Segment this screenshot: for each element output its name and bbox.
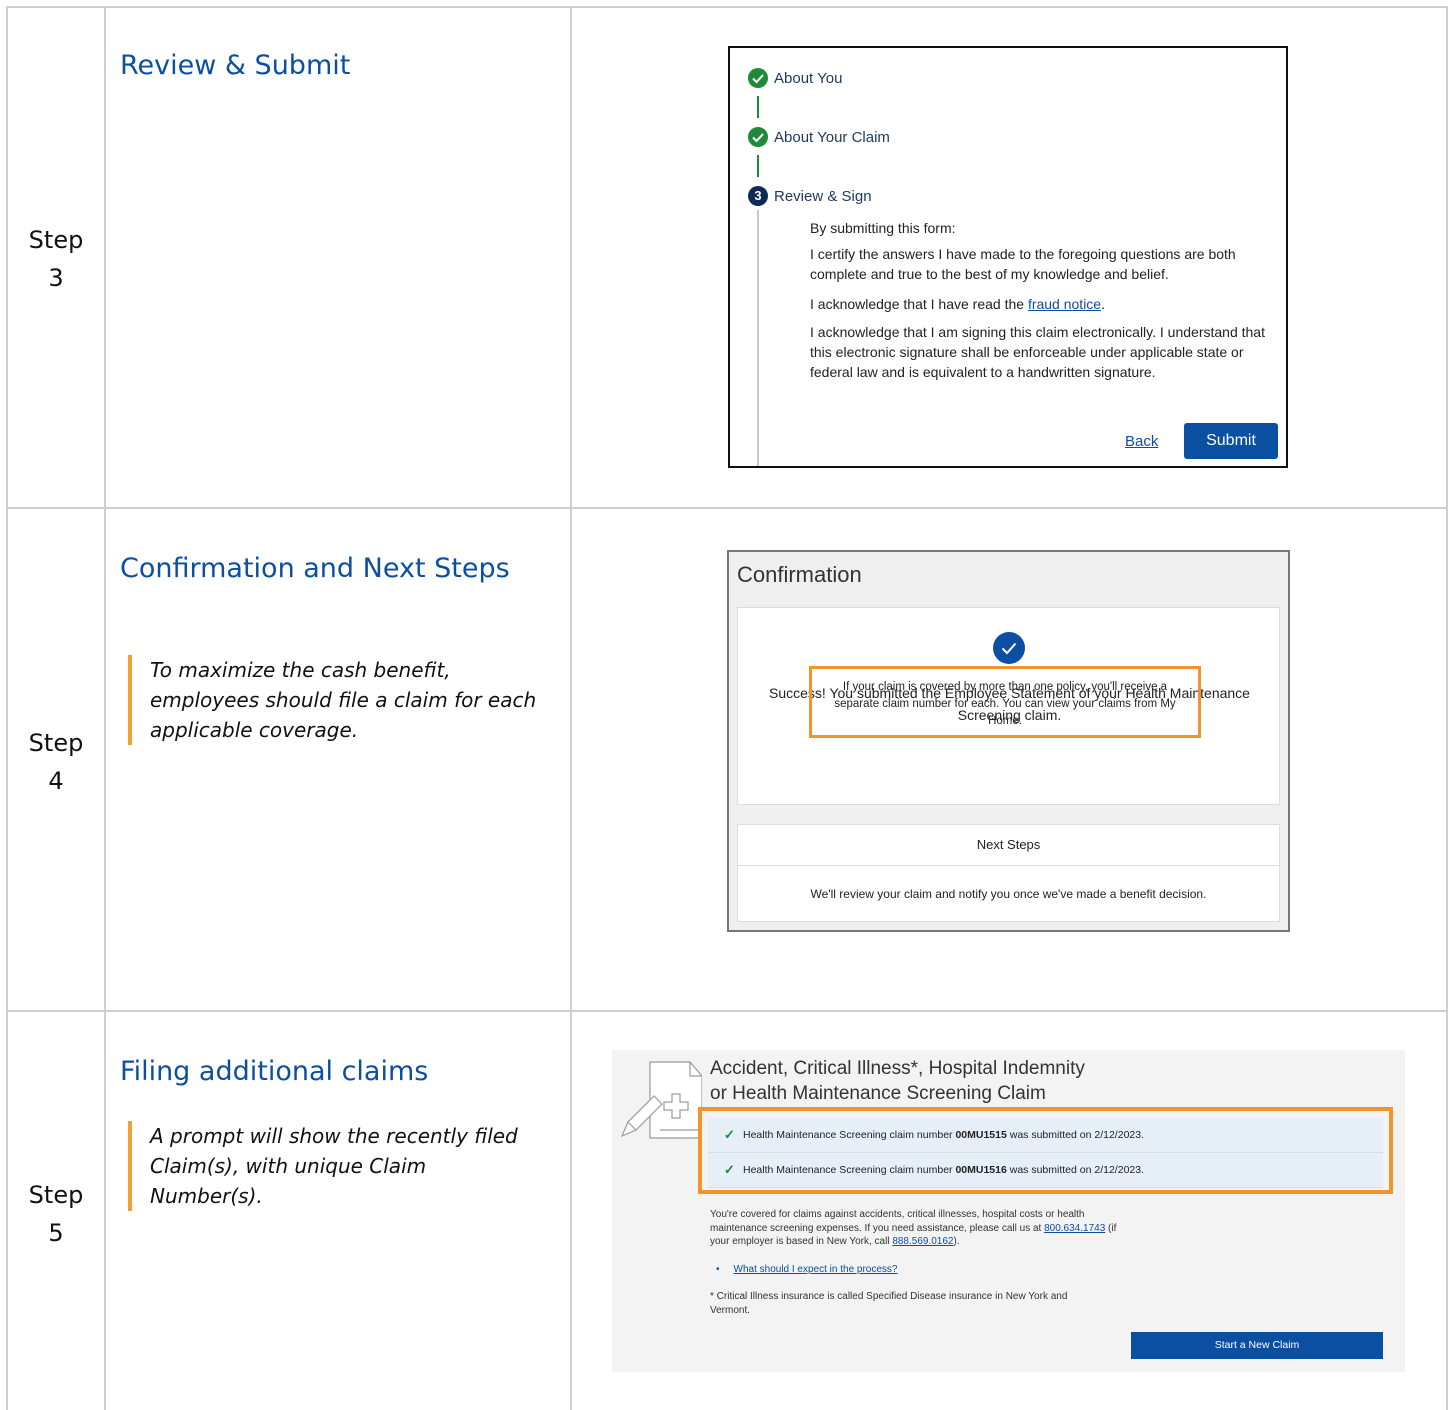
step-number: 5 — [48, 1219, 64, 1247]
step-3-title: Review & Submit — [120, 50, 351, 81]
review-message: We'll review your claim and notify you o… — [810, 887, 1207, 901]
check-icon — [748, 127, 768, 147]
confirmation-screenshot: Confirmation Success! You submitted the … — [727, 550, 1290, 932]
ack-prefix: I acknowledge that I have read the — [810, 296, 1028, 312]
next-steps-heading: Next Steps — [976, 837, 1041, 852]
step-3-label: Step 3 — [8, 221, 104, 297]
claims-title: Accident, Critical Illness*, Hospital In… — [710, 1056, 1085, 1106]
coverage-end: ). — [953, 1236, 960, 1247]
row-divider — [6, 507, 1448, 509]
review-sign-screenshot: About You About Your Claim 3 Review & Si… — [728, 46, 1288, 468]
policy-note: If your claim is covered by more than on… — [834, 681, 1176, 727]
stepper-connector — [757, 210, 759, 466]
column-divider — [104, 6, 106, 1410]
step-4-label: Step 4 — [8, 724, 104, 800]
coverage-text: You're covered for claims against accide… — [710, 1208, 1130, 1249]
step-5-note: A prompt will show the recently filed Cl… — [128, 1121, 538, 1211]
highlight-box — [698, 1107, 1393, 1194]
confirmation-heading: Confirmation — [737, 562, 862, 587]
row-divider — [6, 1010, 1448, 1012]
step-number: 3 — [48, 264, 64, 292]
check-icon — [748, 68, 768, 88]
next-steps-card: Next Steps We'll review your claim and n… — [737, 824, 1280, 922]
ny-phone-link[interactable]: 888.569.0162 — [892, 1236, 953, 1247]
step-4-title: Confirmation and Next Steps — [120, 553, 510, 584]
table-border-right — [1446, 6, 1448, 1410]
process-link[interactable]: What should I expect in the process? — [734, 1264, 898, 1275]
claims-title-line1: Accident, Critical Illness*, Hospital In… — [710, 1058, 1085, 1079]
process-bullet: • What should I expect in the process? — [716, 1264, 898, 1275]
step-5-title: Filing additional claims — [120, 1056, 429, 1087]
step-5-label: Step 5 — [8, 1176, 104, 1252]
coverage-body: You're covered for claims against accide… — [710, 1209, 1085, 1234]
success-check-icon — [993, 632, 1025, 664]
submit-button[interactable]: Submit — [1184, 423, 1278, 459]
divider — [738, 865, 1279, 866]
claims-title-line2: or Health Maintenance Screening Claim — [710, 1083, 1046, 1104]
step-number-badge: 3 — [748, 186, 768, 206]
fraud-acknowledgement: I acknowledge that I have read the fraud… — [810, 294, 1280, 314]
stepper-about-you: About You — [774, 70, 843, 87]
start-new-claim-button[interactable]: Start a New Claim — [1131, 1332, 1383, 1359]
table-border-top — [6, 6, 1448, 8]
step-word: Step — [28, 1181, 84, 1209]
step-word: Step — [28, 729, 84, 757]
back-link[interactable]: Back — [1125, 433, 1158, 450]
step-4-note: To maximize the cash benefit, employees … — [128, 655, 552, 745]
step-number: 4 — [48, 767, 64, 795]
stepper-review-sign: Review & Sign — [774, 188, 872, 205]
column-divider — [570, 6, 572, 1410]
esign-text: I acknowledge that I am signing this cla… — [810, 324, 1265, 380]
phone-link[interactable]: 800.634.1743 — [1044, 1223, 1105, 1234]
step-word: Step — [28, 226, 84, 254]
footnote: * Critical Illness insurance is called S… — [710, 1291, 1068, 1316]
claims-screenshot: Accident, Critical Illness*, Hospital In… — [612, 1050, 1405, 1372]
stepper-connector — [757, 155, 759, 177]
ack-suffix: . — [1101, 296, 1105, 312]
submit-intro: By submitting this form: — [810, 220, 956, 236]
claim-document-icon — [620, 1060, 703, 1140]
fraud-notice-link[interactable]: fraud notice — [1028, 296, 1101, 312]
stepper-about-your-claim: About Your Claim — [774, 129, 890, 146]
stepper-connector — [757, 96, 759, 118]
certify-text: I certify the answers I have made to the… — [810, 246, 1236, 282]
